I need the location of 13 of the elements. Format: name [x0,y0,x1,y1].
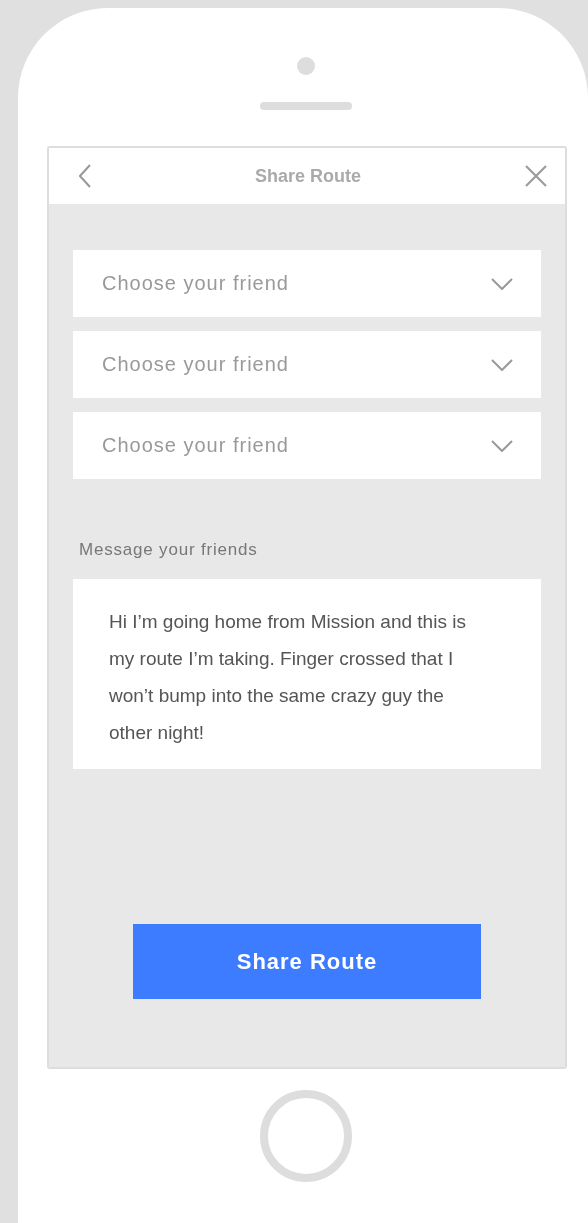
back-chevron-icon[interactable] [79,164,91,188]
chevron-down-icon [491,359,513,371]
close-icon[interactable] [525,165,547,187]
message-label: Message your friends [79,540,259,560]
chevron-down-icon [491,278,513,290]
screen-title: Share Route [254,165,362,187]
friend-dropdown[interactable]: Choose your friend [73,412,541,479]
message-field[interactable]: Hi I’m going home from Mission and this is my route I’m taking. Finger crossed that I won’t bump into the same crazy guy the other night! [73,579,541,769]
chevron-down-icon [491,440,513,452]
friend-dropdown[interactable]: Choose your friend [73,250,541,317]
friend-dropdown[interactable]: Choose your friend [73,331,541,398]
share-route-button[interactable]: Share Route [133,924,481,999]
camera-dot [297,57,315,75]
